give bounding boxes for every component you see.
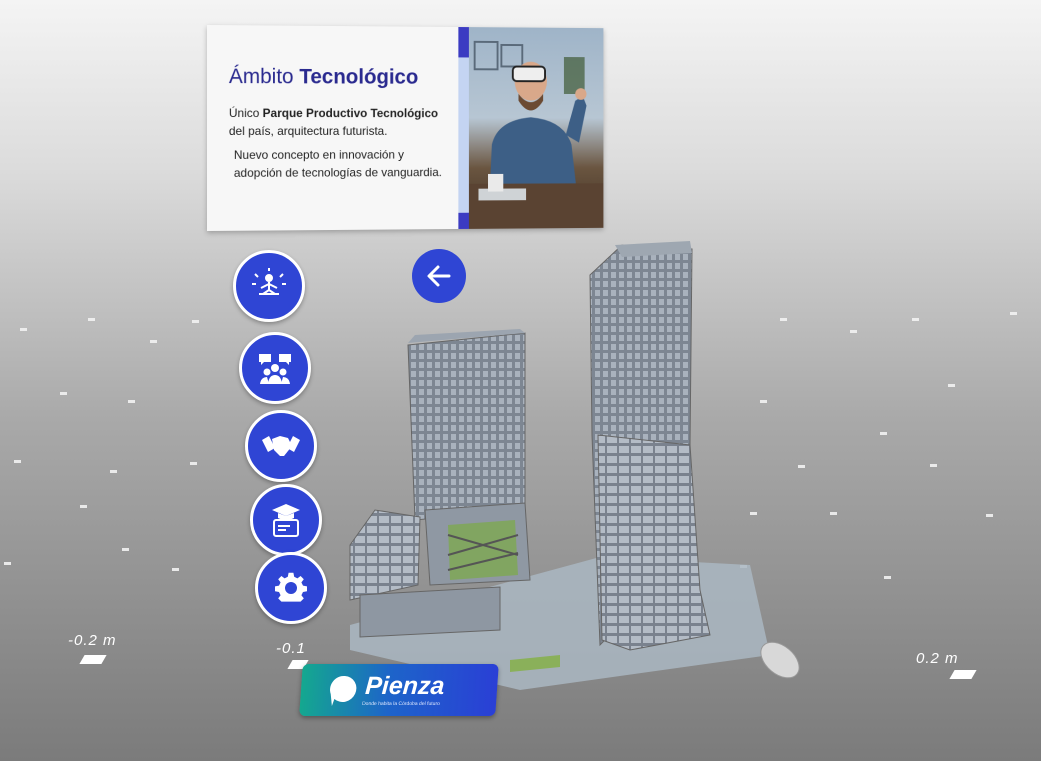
card-title-prefix: Ámbito	[229, 65, 294, 88]
card-accent-stripe	[458, 27, 469, 229]
handshake-icon	[260, 426, 302, 466]
menu-button-services[interactable]	[255, 552, 327, 624]
back-button[interactable]	[412, 249, 466, 303]
scale-label-left: -0.2 m	[68, 632, 117, 649]
card-line-1: Único Parque Productivo Tecnológico	[229, 105, 438, 122]
menu-button-partnership[interactable]	[245, 410, 317, 482]
card-line-1-prefix: Único	[229, 106, 259, 120]
pienza-logo: Pienza Donde habita la Córdoba del futur…	[299, 664, 499, 716]
menu-button-wellbeing[interactable]	[233, 250, 305, 322]
scale-tick-right	[949, 670, 976, 679]
menu-button-community[interactable]	[239, 332, 311, 404]
arrow-left-icon	[425, 262, 453, 290]
logo-mark-icon	[328, 674, 360, 708]
scale-tick-left	[79, 655, 106, 664]
community-icon	[255, 348, 295, 388]
card-title: Ámbito Tecnológico	[229, 65, 418, 90]
vr-user-photo	[469, 27, 603, 229]
card-line-4: adopción de tecnologías de vanguardia.	[234, 164, 442, 182]
education-icon	[266, 500, 306, 540]
menu-button-education[interactable]	[250, 484, 322, 556]
scale-label-mid-left: -0.1	[276, 640, 306, 657]
card-title-bold: Tecnológico	[299, 65, 418, 88]
card-line-3: Nuevo concepto en innovación y	[234, 147, 404, 164]
logo-tagline: Donde habita la Córdoba del futuro	[362, 701, 440, 707]
meditation-icon	[249, 266, 289, 306]
building-model[interactable]	[330, 235, 810, 695]
logo-name: Pienza	[364, 672, 445, 701]
card-line-2: del país, arquitectura futurista.	[229, 123, 388, 140]
card-line-1-bold: Parque Productivo Tecnológico	[263, 106, 438, 120]
info-card: Ámbito Tecnológico Único Parque Producti…	[207, 25, 603, 231]
scale-label-right: 0.2 m	[916, 650, 959, 667]
gear-icon	[271, 568, 311, 608]
